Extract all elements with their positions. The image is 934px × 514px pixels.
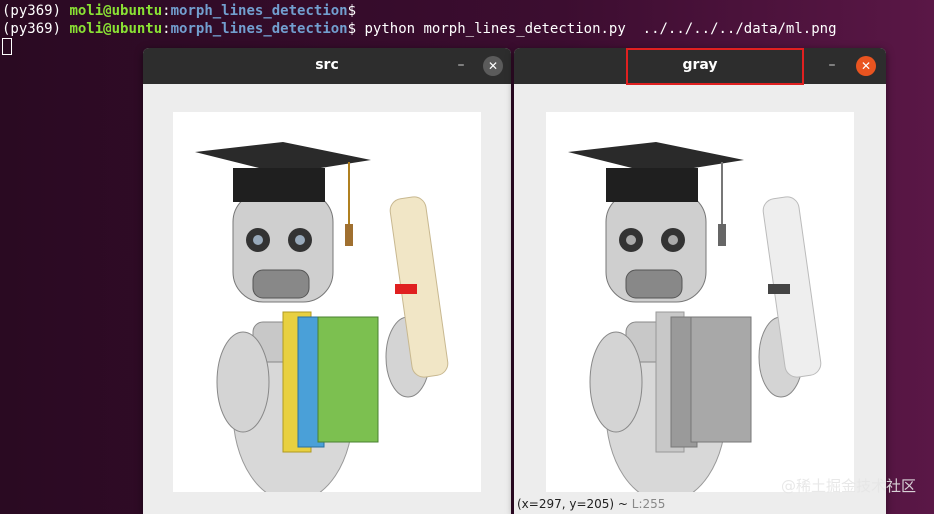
prompt-symbol: $ bbox=[347, 3, 357, 19]
src-image[interactable] bbox=[173, 112, 481, 503]
title-highlight-box bbox=[626, 48, 804, 85]
src-window[interactable]: src – ✕ bbox=[143, 48, 511, 514]
gray-window[interactable]: gray – ✕ (x=297, y=205) ~ L:255 bbox=[514, 48, 886, 514]
robot-graduate-image bbox=[195, 142, 449, 503]
prompt-symbol: $ bbox=[347, 21, 357, 37]
close-button[interactable]: ✕ bbox=[856, 56, 876, 76]
command-text: python morph_lines_detection.py ../../..… bbox=[356, 21, 837, 37]
cursor-coordinates: (x=297, y=205) ~ bbox=[517, 497, 632, 511]
gray-image[interactable] bbox=[546, 112, 854, 503]
status-bar: (x=297, y=205) ~ L:255 bbox=[514, 494, 886, 514]
user-host: moli@ubuntu bbox=[69, 21, 163, 37]
close-button[interactable]: ✕ bbox=[483, 56, 503, 76]
user-host: moli@ubuntu bbox=[69, 3, 163, 19]
luminance-value: L:255 bbox=[631, 497, 666, 511]
minimize-button[interactable]: – bbox=[451, 56, 471, 76]
env-name: (py369) bbox=[2, 21, 62, 37]
watermark: @稀土掘金技术社区 bbox=[780, 477, 916, 495]
robot-graduate-gray-image bbox=[568, 142, 822, 503]
src-titlebar[interactable]: src – ✕ bbox=[143, 48, 511, 84]
env-name: (py369) bbox=[2, 3, 62, 19]
terminal-cursor bbox=[2, 38, 12, 55]
prompt-separator: : bbox=[162, 3, 171, 19]
prompt-separator: : bbox=[162, 21, 171, 37]
minimize-button[interactable]: – bbox=[822, 56, 842, 76]
current-path: morph_lines_detection bbox=[170, 3, 348, 19]
current-path: morph_lines_detection bbox=[170, 21, 348, 37]
